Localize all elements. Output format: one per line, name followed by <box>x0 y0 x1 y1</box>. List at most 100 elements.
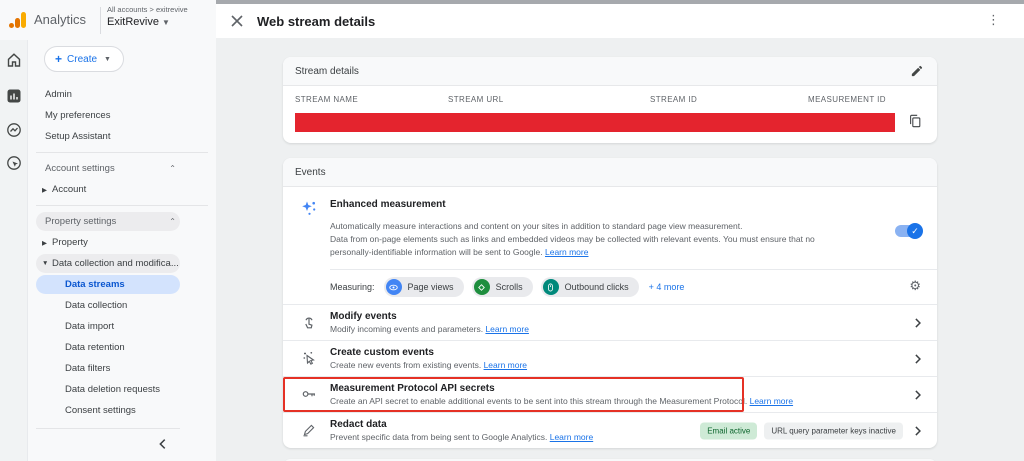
enhanced-measurement-title: Enhanced measurement <box>330 199 921 210</box>
edit-pencil-icon[interactable] <box>910 65 923 78</box>
gear-icon[interactable]: ⚙ <box>909 279 921 292</box>
analytics-logo-icon <box>8 11 28 29</box>
brand-bar: Analytics All accounts > exitrevive Exit… <box>0 0 216 40</box>
advertising-icon[interactable] <box>6 155 22 171</box>
sidebar-item-data-import[interactable]: Data import <box>28 316 216 337</box>
gesture-icon <box>301 314 317 330</box>
app-rail: ⚙ <box>0 40 28 461</box>
status-badge-url-query-inactive: URL query parameter keys inactive <box>764 422 903 439</box>
chevron-right-icon[interactable] <box>911 388 924 401</box>
kebab-menu-icon[interactable]: ⋮ <box>987 12 1000 28</box>
redact-status-badges: Email active URL query parameter keys in… <box>700 422 903 439</box>
close-icon[interactable] <box>230 14 244 28</box>
row-description: Create an API secret to enable additiona… <box>330 396 897 406</box>
chevron-right-icon[interactable] <box>911 424 924 437</box>
chevron-up-icon: ⌃ <box>169 217 176 226</box>
enhanced-measurement-description: Automatically measure interactions and c… <box>330 220 831 259</box>
row-title: Modify events <box>330 311 897 322</box>
events-card: Events Enhanced measurement Automaticall… <box>283 158 937 448</box>
sidebar-item-data-deletion-requests[interactable]: Data deletion requests <box>28 379 216 400</box>
column-header-stream-id: STREAM ID <box>650 95 697 104</box>
redact-pencil-icon <box>301 422 317 438</box>
sidebar-item-data-filters[interactable]: Data filters <box>28 358 216 379</box>
toggle-check-icon: ✓ <box>907 223 923 239</box>
chevron-right-icon[interactable] <box>911 352 924 365</box>
page-title: Web stream details <box>257 14 375 29</box>
sidebar-item-admin[interactable]: Admin <box>28 84 216 105</box>
account-switcher[interactable]: ExitRevive ▼ <box>107 16 170 28</box>
key-icon <box>301 386 317 402</box>
sidebar-item-my-preferences[interactable]: My preferences <box>28 105 216 126</box>
sidebar-item-data-streams[interactable]: Data streams <box>28 274 216 295</box>
chevron-up-icon: ⌃ <box>169 164 176 173</box>
scroll-icon <box>474 279 490 295</box>
collapse-nav-icon[interactable] <box>156 437 170 451</box>
create-button[interactable]: + Create ▼ <box>44 46 124 72</box>
home-icon[interactable] <box>6 52 22 68</box>
tree-expand-icon[interactable]: ▶ <box>42 239 52 247</box>
stream-details-card: Stream details STREAM NAME STREAM URL ST… <box>283 57 937 143</box>
admin-nav: + Create ▼ Admin My preferences Setup As… <box>28 40 216 461</box>
copy-icon[interactable] <box>908 114 922 128</box>
learn-more-link[interactable]: Learn more <box>484 360 527 370</box>
sidebar-section-account-settings[interactable]: Account settings⌃ <box>28 158 216 179</box>
stream-details-header: Stream details <box>283 57 937 86</box>
learn-more-link[interactable]: Learn more <box>550 432 593 442</box>
reports-icon[interactable] <box>6 88 22 104</box>
sidebar-item-property[interactable]: ▶Property <box>28 232 216 253</box>
divider <box>100 7 101 34</box>
dialog-header: Web stream details ⋮ <box>216 4 1024 38</box>
enhanced-measurement-section: Enhanced measurement Automatically measu… <box>283 187 937 269</box>
row-modify-events[interactable]: Modify events Modify incoming events and… <box>283 304 937 340</box>
magic-cursor-icon <box>301 350 317 366</box>
explore-icon[interactable] <box>6 122 22 138</box>
stream-details-title: Stream details <box>295 66 359 77</box>
measuring-row: Measuring: Page views Scrolls <box>283 270 937 304</box>
column-header-measurement-id: MEASUREMENT ID <box>808 95 886 104</box>
sidebar-item-data-collection[interactable]: Data collection <box>28 295 216 316</box>
events-header: Events <box>283 158 937 187</box>
stream-details-body: STREAM NAME STREAM URL STREAM ID MEASURE… <box>283 86 937 143</box>
row-measurement-protocol-api-secrets[interactable]: Measurement Protocol API secrets Create … <box>283 376 937 412</box>
divider <box>36 428 180 429</box>
chevron-right-icon[interactable] <box>911 316 924 329</box>
row-create-custom-events[interactable]: Create custom events Create new events f… <box>283 340 937 376</box>
sidebar-item-setup-assistant[interactable]: Setup Assistant <box>28 126 216 147</box>
learn-more-link[interactable]: Learn more <box>545 247 588 257</box>
divider <box>36 152 208 153</box>
tree-collapse-icon[interactable]: ▼ <box>42 260 52 267</box>
breadcrumb: All accounts > exitrevive <box>107 5 188 14</box>
learn-more-link[interactable]: Learn more <box>750 396 793 406</box>
events-title: Events <box>295 167 326 178</box>
main-panel: Web stream details ⋮ Stream details STRE… <box>216 0 1024 461</box>
row-redact-data[interactable]: Redact data Prevent specific data from b… <box>283 412 937 448</box>
redacted-values-bar <box>295 113 895 132</box>
chip-page-views[interactable]: Page views <box>384 277 464 297</box>
sidebar-item-account[interactable]: ▶Account <box>28 179 216 200</box>
learn-more-link[interactable]: Learn more <box>485 324 528 334</box>
chip-scrolls[interactable]: Scrolls <box>472 277 533 297</box>
column-header-stream-name: STREAM NAME <box>295 95 358 104</box>
product-name: Analytics <box>34 12 86 27</box>
row-title: Measurement Protocol API secrets <box>330 383 897 394</box>
mouse-icon <box>543 279 559 295</box>
tree-expand-icon[interactable]: ▶ <box>42 186 52 194</box>
chip-outbound-clicks[interactable]: Outbound clicks <box>541 277 639 297</box>
row-title: Create custom events <box>330 347 897 358</box>
left-panel: Analytics All accounts > exitrevive Exit… <box>0 0 216 461</box>
row-description: Modify incoming events and parameters. L… <box>330 324 897 334</box>
measuring-label: Measuring: <box>330 282 375 292</box>
sidebar-item-data-retention[interactable]: Data retention <box>28 337 216 358</box>
sparkle-icon <box>300 199 318 217</box>
chevron-down-icon: ▼ <box>162 18 170 27</box>
column-header-stream-url: STREAM URL <box>448 95 504 104</box>
nav-list: Admin My preferences Setup Assistant Acc… <box>28 84 216 421</box>
enhanced-measurement-toggle[interactable]: ✓ <box>895 225 921 237</box>
chevron-down-icon: ▼ <box>104 56 111 63</box>
sidebar-item-consent-settings[interactable]: Consent settings <box>28 400 216 421</box>
sidebar-section-property-settings[interactable]: Property settings⌃ <box>28 211 216 232</box>
row-description: Create new events from existing events. … <box>330 360 897 370</box>
divider <box>36 205 208 206</box>
sidebar-item-data-collection-modification[interactable]: ▼Data collection and modifica... <box>28 253 216 274</box>
more-events-link[interactable]: + 4 more <box>649 282 685 292</box>
